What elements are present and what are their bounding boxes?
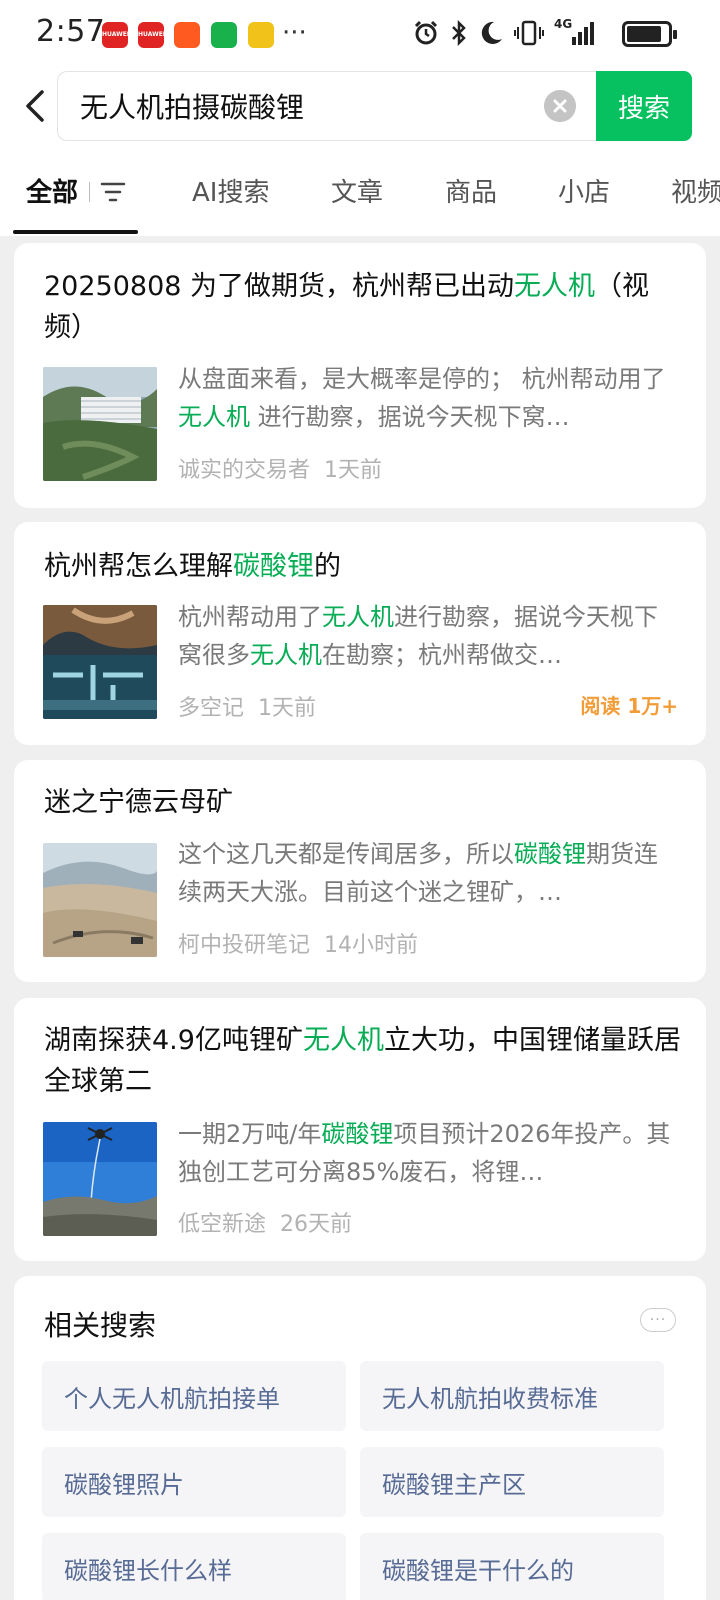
related-search-chip[interactable]: 个人无人机航拍接单 xyxy=(42,1361,346,1431)
result-thumbnail xyxy=(43,843,157,957)
tab-bar: 全部 AI搜索 文章 商品 小店 视频 xyxy=(0,150,720,236)
related-search-chip[interactable]: 碳酸锂照片 xyxy=(42,1447,346,1517)
result-title[interactable]: 杭州帮怎么理解碳酸锂的 xyxy=(44,546,684,587)
tab-all[interactable]: 全部 xyxy=(26,172,78,209)
read-count-badge: 阅读 1万+ xyxy=(580,694,678,718)
more-options-icon[interactable]: ··· xyxy=(640,1308,676,1332)
filter-icon[interactable] xyxy=(100,180,126,204)
keyword-highlight: 碳酸锂 xyxy=(514,840,586,868)
result-snippet: 杭州帮动用了无人机进行勘察，据说今天枧下窝很多无人机在勘察；杭州帮做交… xyxy=(178,603,658,669)
result-meta: 诚实的交易者 1天前 xyxy=(178,452,382,484)
result-thumbnail xyxy=(43,605,157,719)
related-search-chip[interactable]: 碳酸锂主产区 xyxy=(360,1447,664,1517)
signal-icon: 4G xyxy=(554,17,600,47)
result-time: 14小时前 xyxy=(324,933,419,958)
mail-notification-icon xyxy=(248,22,274,48)
related-search-chip[interactable]: 无人机航拍收费标准 xyxy=(360,1361,664,1431)
back-arrow-icon[interactable] xyxy=(20,86,50,126)
result-thumbnail xyxy=(43,367,157,481)
related-search-chip[interactable]: 碳酸锂是干什么的 xyxy=(360,1533,664,1600)
result-time: 26天前 xyxy=(280,1212,353,1237)
huawei-app-notification-icon: HUAWEI xyxy=(102,22,129,48)
clear-search-icon[interactable] xyxy=(544,90,576,122)
result-time: 1天前 xyxy=(324,458,383,483)
result-thumbnail xyxy=(43,1122,157,1236)
result-card[interactable]: 20250808 为了做期货，杭州帮已出动无人机（视频） 从盘面来看，是大概率是… xyxy=(14,243,706,508)
related-search-chip[interactable]: 碳酸锂长什么样 xyxy=(42,1533,346,1600)
keyword-highlight: 无人机 xyxy=(178,403,250,431)
result-title[interactable]: 20250808 为了做期货，杭州帮已出动无人机（视频） xyxy=(44,266,684,348)
search-input[interactable]: 无人机拍摄碳酸锂 xyxy=(80,86,510,126)
status-bar: 2:57 HUAWEI HUAWEI ··· 4G xyxy=(0,0,720,66)
do-not-disturb-moon-icon xyxy=(481,21,502,44)
vibrate-icon xyxy=(514,20,544,46)
keyword-highlight: 无人机 xyxy=(302,1025,384,1056)
result-card[interactable]: 杭州帮怎么理解碳酸锂的 杭州帮动用了无人机进行勘察，据说今天枧下窝很多无人机在勘… xyxy=(14,522,706,745)
bluetooth-icon xyxy=(452,19,466,47)
related-searches: 相关搜索 ··· 个人无人机航拍接单 无人机航拍收费标准 碳酸锂照片 碳酸锂主产… xyxy=(14,1276,706,1600)
tab-divider xyxy=(89,182,90,202)
battery-icon xyxy=(622,21,677,47)
related-searches-title: 相关搜索 xyxy=(44,1309,157,1342)
search-input-box[interactable]: 无人机拍摄碳酸锂 xyxy=(57,71,597,141)
result-title[interactable]: 湖南探获4.9亿吨锂矿无人机立大功，中国锂储量跃居全球第二 xyxy=(44,1020,684,1102)
search-button[interactable]: 搜索 xyxy=(596,71,692,141)
keyword-highlight: 无人机 xyxy=(322,603,394,631)
result-snippet: 这个这几天都是传闻居多，所以碳酸锂期货连续两天大涨。目前这个迷之锂矿，… xyxy=(178,840,658,906)
screen: 2:57 HUAWEI HUAWEI ··· 4G 无人机拍摄碳酸锂 搜索 全部… xyxy=(0,0,720,1600)
tab-articles[interactable]: 文章 xyxy=(331,172,383,209)
tab-videos[interactable]: 视频 xyxy=(671,172,720,209)
clock: 2:57 xyxy=(36,14,106,49)
result-meta: 低空新途 26天前 xyxy=(178,1206,352,1238)
huawei-app-notification-icon: HUAWEI xyxy=(138,22,165,48)
result-snippet: 一期2万吨/年碳酸锂项目预计2026年投产。其独创工艺可分离85%废石，将锂… xyxy=(178,1120,671,1186)
keyword-highlight: 无人机 xyxy=(250,641,322,669)
more-notifications-icon: ··· xyxy=(282,18,307,48)
result-snippet: 从盘面来看，是大概率是停的； 杭州帮动用了无人机 进行勘察，据说今天枧下窝… xyxy=(178,365,666,431)
keyword-highlight: 碳酸锂 xyxy=(233,551,314,582)
tab-shops[interactable]: 小店 xyxy=(558,172,610,209)
result-author[interactable]: 诚实的交易者 xyxy=(178,458,310,483)
keyword-highlight: 无人机 xyxy=(514,271,596,302)
keyword-highlight: 碳酸锂 xyxy=(321,1120,394,1148)
result-meta: 柯中投研笔记 14小时前 xyxy=(178,927,418,959)
result-card[interactable]: 湖南探获4.9亿吨锂矿无人机立大功，中国锂储量跃居全球第二 一期2万吨/年碳酸锂… xyxy=(14,998,706,1261)
result-card[interactable]: 迷之宁德云母矿 这个这几天都是传闻居多，所以碳酸锂期货连续两天大涨。目前这个迷之… xyxy=(14,760,706,982)
result-time: 1天前 xyxy=(258,696,317,721)
result-title[interactable]: 迷之宁德云母矿 xyxy=(44,782,684,823)
active-tab-indicator xyxy=(13,230,138,234)
result-author[interactable]: 柯中投研笔记 xyxy=(178,933,310,958)
result-author[interactable]: 低空新途 xyxy=(178,1212,266,1237)
battery-fill xyxy=(627,26,661,42)
wechat-notification-icon xyxy=(211,22,237,48)
result-author[interactable]: 多空记 xyxy=(178,696,244,721)
result-meta: 多空记 1天前 xyxy=(178,690,316,722)
search-bar: 无人机拍摄碳酸锂 搜索 xyxy=(0,66,720,150)
alarm-icon xyxy=(414,20,438,45)
tab-products[interactable]: 商品 xyxy=(445,172,497,209)
app-notification-icon xyxy=(174,22,200,48)
tab-ai-search[interactable]: AI搜索 xyxy=(192,172,269,209)
